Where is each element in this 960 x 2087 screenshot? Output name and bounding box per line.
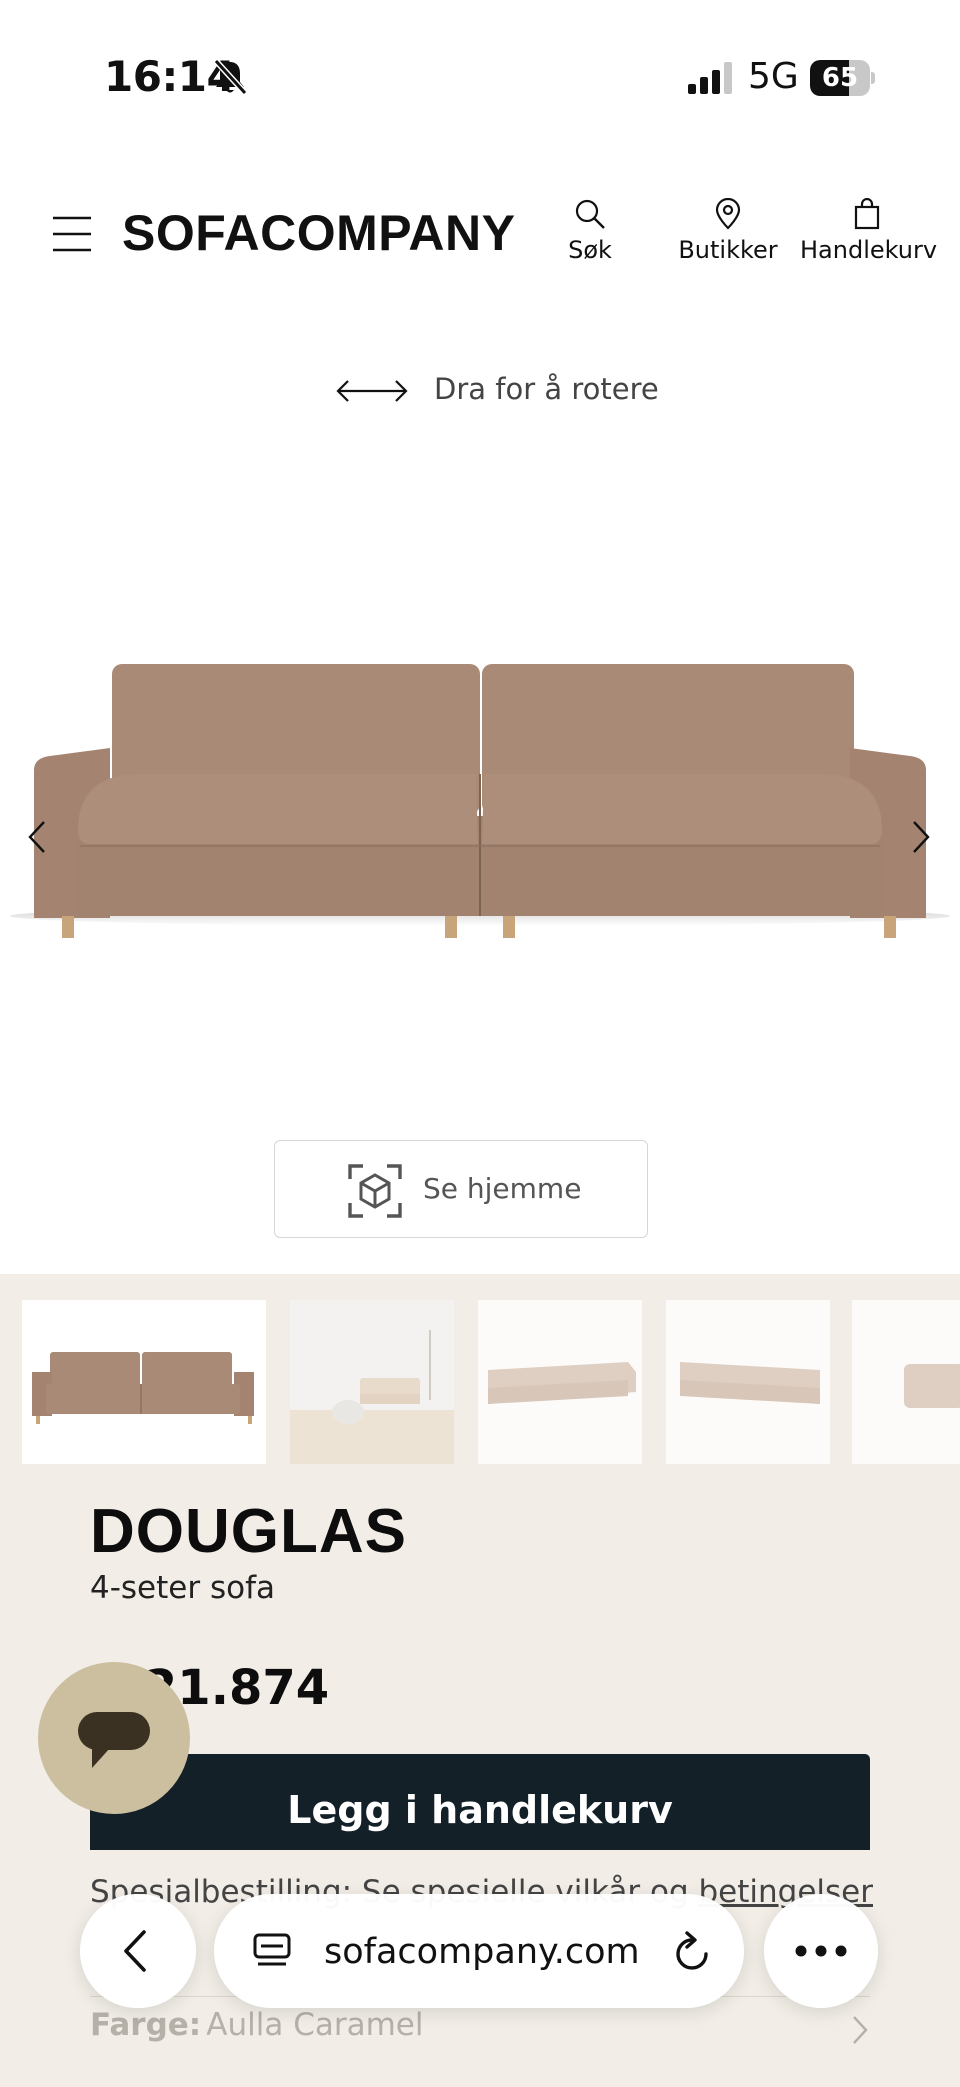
site-header: SOFACOMPANY Søk Butikker Handlekurv	[0, 170, 960, 300]
product-subtitle: 4-seter sofa	[90, 1570, 275, 1606]
stores-label: Butikker	[678, 236, 778, 264]
browser-back-button[interactable]	[80, 1894, 196, 2008]
signal-bars-icon	[688, 62, 732, 94]
more-dots-icon	[795, 1945, 847, 1957]
sofa-product-image[interactable]	[0, 640, 960, 940]
thumbnail-angle-left[interactable]	[478, 1300, 642, 1464]
chat-button[interactable]	[38, 1662, 190, 1814]
search-label: Søk	[568, 236, 612, 264]
site-logo[interactable]: SOFACOMPANY	[122, 204, 516, 262]
double-arrow-icon	[336, 380, 408, 402]
chevron-right-icon	[853, 2016, 868, 2044]
battery-indicator: 65	[810, 60, 875, 96]
hamburger-menu-icon[interactable]	[52, 214, 92, 254]
thumbnail-front-view[interactable]	[22, 1300, 266, 1464]
bell-slash-icon	[213, 58, 248, 96]
color-value: Aulla Caramel	[206, 2007, 424, 2043]
thumbnail-angle-right[interactable]	[666, 1300, 830, 1464]
thumbnail-side-view[interactable]	[852, 1300, 960, 1464]
page-menu-icon[interactable]	[252, 1932, 292, 1972]
browser-toolbar: sofacompany.com	[0, 1880, 960, 2010]
shopping-bag-icon	[854, 198, 880, 230]
stores-button[interactable]: Butikker	[676, 198, 780, 264]
next-arrow-icon[interactable]	[906, 810, 940, 864]
product-viewer[interactable]	[0, 440, 960, 1120]
browser-more-button[interactable]	[764, 1894, 878, 2008]
map-pin-icon	[715, 198, 741, 230]
chevron-left-icon	[124, 1930, 146, 1972]
search-icon	[575, 199, 605, 229]
color-label: Farge:	[90, 2007, 202, 2043]
add-to-cart-button[interactable]: Legg i handlekurv	[90, 1754, 870, 1850]
view-at-home-button[interactable]: Se hjemme	[274, 1140, 648, 1238]
status-bar: 16:14 5G 65	[0, 0, 960, 150]
previous-arrow-icon[interactable]	[18, 810, 52, 864]
cart-button[interactable]: Handlekurv	[800, 198, 938, 264]
cart-label: Handlekurv	[800, 236, 938, 264]
thumbnail-room-scene[interactable]	[290, 1300, 454, 1464]
network-label: 5G	[748, 56, 799, 97]
product-title: DOUGLAS	[90, 1497, 407, 1566]
battery-level: 65	[821, 63, 859, 93]
chat-bubble-icon	[78, 1712, 150, 1768]
reload-icon[interactable]	[672, 1930, 714, 1974]
ar-cube-icon	[348, 1164, 402, 1218]
url-text: sofacompany.com	[324, 1932, 640, 1972]
address-bar[interactable]: sofacompany.com	[214, 1894, 744, 2008]
view-at-home-label: Se hjemme	[423, 1172, 582, 1205]
search-button[interactable]: Søk	[560, 198, 620, 264]
rotate-hint-text: Dra for å rotere	[434, 372, 659, 406]
thumbnail-strip[interactable]	[22, 1300, 960, 1464]
